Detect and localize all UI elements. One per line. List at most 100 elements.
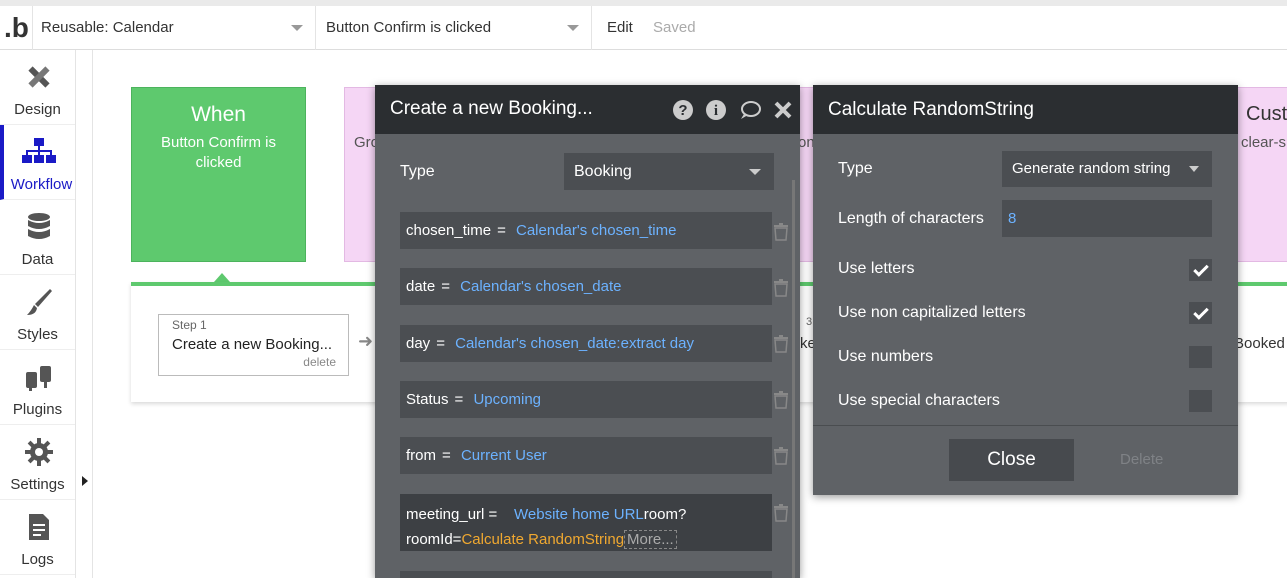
- trash-icon[interactable]: [773, 223, 789, 241]
- database-icon: [28, 213, 50, 239]
- field-key: from: [406, 447, 436, 464]
- step-delete-link[interactable]: delete: [303, 355, 336, 369]
- field-from[interactable]: from = Current User: [400, 437, 772, 474]
- use-numbers-checkbox[interactable]: [1189, 346, 1212, 368]
- brush-icon: [27, 289, 52, 315]
- field-day[interactable]: day = Calendar's chosen_date:extract day: [400, 325, 772, 362]
- type-label: Type: [838, 160, 873, 177]
- step-number: Step 1: [172, 318, 207, 332]
- event-select-value: Button Confirm is clicked: [326, 19, 492, 36]
- delete-button[interactable]: Delete: [1120, 451, 1163, 468]
- canvas-divider: [92, 50, 93, 578]
- trash-icon[interactable]: [773, 504, 789, 522]
- close-icon[interactable]: [772, 99, 794, 121]
- use-lowercase-checkbox[interactable]: [1189, 302, 1212, 324]
- field-value[interactable]: Calendar's chosen_time: [516, 222, 676, 239]
- use-special-checkbox[interactable]: [1189, 390, 1212, 412]
- step-title: Booked: [1234, 335, 1285, 352]
- type-select[interactable]: Generate random string: [1002, 151, 1212, 187]
- sidebar-item-label: Design: [14, 101, 61, 118]
- svg-text:i: i: [714, 103, 718, 119]
- saved-status: Saved: [653, 19, 696, 36]
- field-value[interactable]: Upcoming: [473, 391, 541, 408]
- length-label: Length of characters: [838, 210, 984, 227]
- sidebar-item-data[interactable]: Data: [0, 200, 75, 275]
- comment-icon[interactable]: [739, 99, 761, 121]
- option-label: Use numbers: [838, 348, 934, 365]
- gear-icon: [25, 438, 53, 466]
- type-select[interactable]: Booking: [564, 153, 774, 190]
- event-pointer: [214, 273, 230, 282]
- sidebar-item-label: Workflow: [10, 176, 73, 193]
- field-status[interactable]: Status = Upcoming: [400, 381, 772, 418]
- type-label: Type: [400, 163, 435, 180]
- panel-header: Calculate RandomString: [813, 85, 1238, 134]
- option-label: Use letters: [838, 260, 915, 277]
- close-button[interactable]: Close: [949, 439, 1074, 481]
- panel-scrollbar[interactable]: [792, 180, 795, 578]
- more-button[interactable]: More...: [624, 530, 677, 549]
- sidebar-item-logs[interactable]: Logs: [0, 500, 75, 575]
- chevron-down-icon: [1189, 166, 1199, 172]
- edit-menu[interactable]: Edit: [607, 6, 633, 50]
- sidebar-item-label: Logs: [21, 551, 54, 568]
- sidebar-item-workflow[interactable]: Workflow: [0, 125, 75, 200]
- when-event-box[interactable]: When Button Confirm is clicked: [131, 87, 306, 262]
- step-card[interactable]: Step 1 Create a new Booking... delete: [158, 314, 349, 376]
- field-next[interactable]: [400, 571, 772, 578]
- field-value[interactable]: Calendar's chosen_date: [460, 278, 621, 295]
- sidebar: Design Workflow Data Styles Plugins Sett…: [0, 50, 76, 578]
- field-key: day: [406, 335, 431, 352]
- random-string-panel: Calculate RandomString: [813, 85, 1238, 495]
- sidebar-item-design[interactable]: Design: [0, 50, 75, 125]
- length-input[interactable]: 8: [1002, 200, 1212, 237]
- field-key: Status: [406, 391, 449, 408]
- when-subtitle: Button Confirm is clicked: [160, 134, 277, 171]
- sidebar-item-label: Settings: [10, 476, 65, 493]
- field-date[interactable]: date = Calendar's chosen_date: [400, 268, 772, 305]
- svg-text:?: ?: [678, 102, 687, 119]
- page-select[interactable]: Reusable: Calendar: [32, 6, 316, 50]
- sidebar-item-label: Styles: [17, 326, 58, 343]
- field-key: date: [406, 278, 436, 295]
- sidebar-item-label: Data: [21, 251, 54, 268]
- sidebar-item-plugins[interactable]: Plugins: [0, 350, 75, 425]
- trash-icon[interactable]: [773, 447, 789, 465]
- field-meeting-url[interactable]: meeting_url = Website home URLroom? room…: [400, 494, 772, 551]
- custom-event-text: clear-s: [1241, 134, 1287, 151]
- panel-divider: [813, 425, 1238, 426]
- trash-icon[interactable]: [773, 391, 789, 409]
- expand-sidebar-icon[interactable]: [82, 476, 88, 486]
- chevron-down-icon: [567, 25, 579, 31]
- when-title: When: [191, 103, 246, 126]
- sidebar-item-settings[interactable]: Settings: [0, 425, 75, 500]
- plugin-icon: [26, 366, 51, 391]
- step-title: Create a new Booking...: [172, 336, 333, 353]
- field-value-text: room?: [643, 506, 687, 523]
- trash-icon[interactable]: [773, 335, 789, 353]
- trash-icon[interactable]: [773, 279, 789, 297]
- field-value-link[interactable]: Website home URL: [514, 506, 644, 523]
- option-label: Use non capitalized letters: [838, 304, 1026, 321]
- option-label: Use special characters: [838, 392, 1000, 409]
- arrow-right-icon: ➜: [358, 331, 374, 351]
- info-icon[interactable]: i: [705, 99, 727, 121]
- sidebar-item-styles[interactable]: Styles: [0, 275, 75, 350]
- panel-title: Create a new Booking...: [390, 98, 593, 119]
- workflow-icon: [22, 138, 56, 163]
- help-icon[interactable]: ?: [672, 99, 694, 121]
- field-chosen-time[interactable]: chosen_time = Calendar's chosen_time: [400, 212, 772, 249]
- event-select[interactable]: Button Confirm is clicked: [318, 6, 592, 50]
- field-value[interactable]: Current User: [461, 447, 547, 464]
- page-select-value: Reusable: Calendar: [41, 19, 174, 36]
- field-value-text: roomId=: [406, 531, 462, 548]
- design-icon: [28, 66, 50, 88]
- bubble-logo[interactable]: .b: [4, 12, 29, 44]
- use-letters-checkbox[interactable]: [1189, 259, 1212, 281]
- type-select-value: Booking: [574, 163, 632, 180]
- field-value-expression[interactable]: Calculate RandomString: [461, 531, 624, 548]
- sidebar-item-label: Plugins: [12, 401, 63, 418]
- custom-event-title: Cust: [1246, 103, 1287, 125]
- field-key: chosen_time: [406, 222, 492, 239]
- field-value[interactable]: Calendar's chosen_date:extract day: [455, 335, 694, 352]
